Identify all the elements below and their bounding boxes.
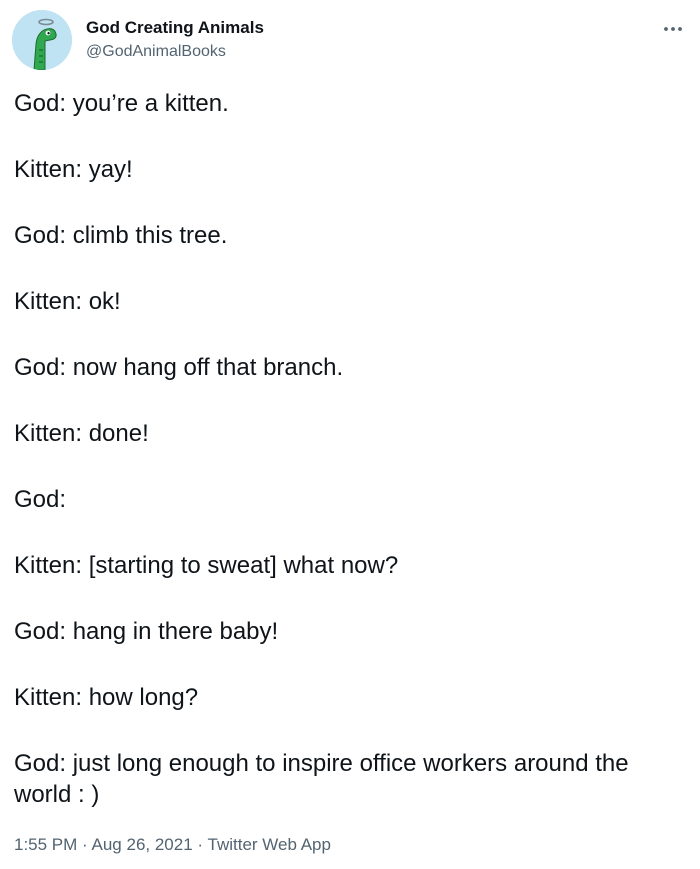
display-name[interactable]: God Creating Animals — [86, 18, 264, 38]
tweet-line: God: just long enough to inspire office … — [14, 750, 629, 808]
tweet-line: God: — [14, 486, 67, 513]
tweet-metadata: 1:55 PM · Aug 26, 2021 · Twitter Web App — [14, 835, 331, 855]
user-handle[interactable]: @GodAnimalBooks — [86, 43, 226, 61]
tweet-line: Kitten: yay! — [14, 156, 133, 183]
more-options-icon — [664, 27, 682, 31]
tweet-line: God: you’re a kitten. — [14, 90, 229, 117]
tweet-line: Kitten: [starting to sweat] what now? — [14, 552, 399, 579]
green-dinosaur-avatar-icon — [12, 10, 72, 70]
tweet-text: God: you’re a kitten. Kitten: yay! God: … — [14, 88, 686, 810]
tweet-line: God: hang in there baby! — [14, 618, 279, 645]
separator: · — [197, 835, 204, 854]
tweet-time[interactable]: 1:55 PM — [14, 835, 77, 854]
avatar[interactable] — [12, 10, 72, 70]
tweet-date[interactable]: Aug 26, 2021 — [92, 835, 193, 854]
more-options-button[interactable] — [658, 14, 688, 44]
tweet-client[interactable]: Twitter Web App — [208, 835, 331, 854]
tweet-line: God: climb this tree. — [14, 222, 228, 249]
separator: · — [82, 835, 88, 854]
tweet-line: Kitten: done! — [14, 420, 149, 447]
tweet-header: God Creating Animals @GodAnimalBooks — [12, 10, 688, 74]
tweet-line: Kitten: how long? — [14, 684, 199, 711]
tweet-line: Kitten: ok! — [14, 288, 121, 315]
tweet-line: God: now hang off that branch. — [14, 354, 344, 381]
